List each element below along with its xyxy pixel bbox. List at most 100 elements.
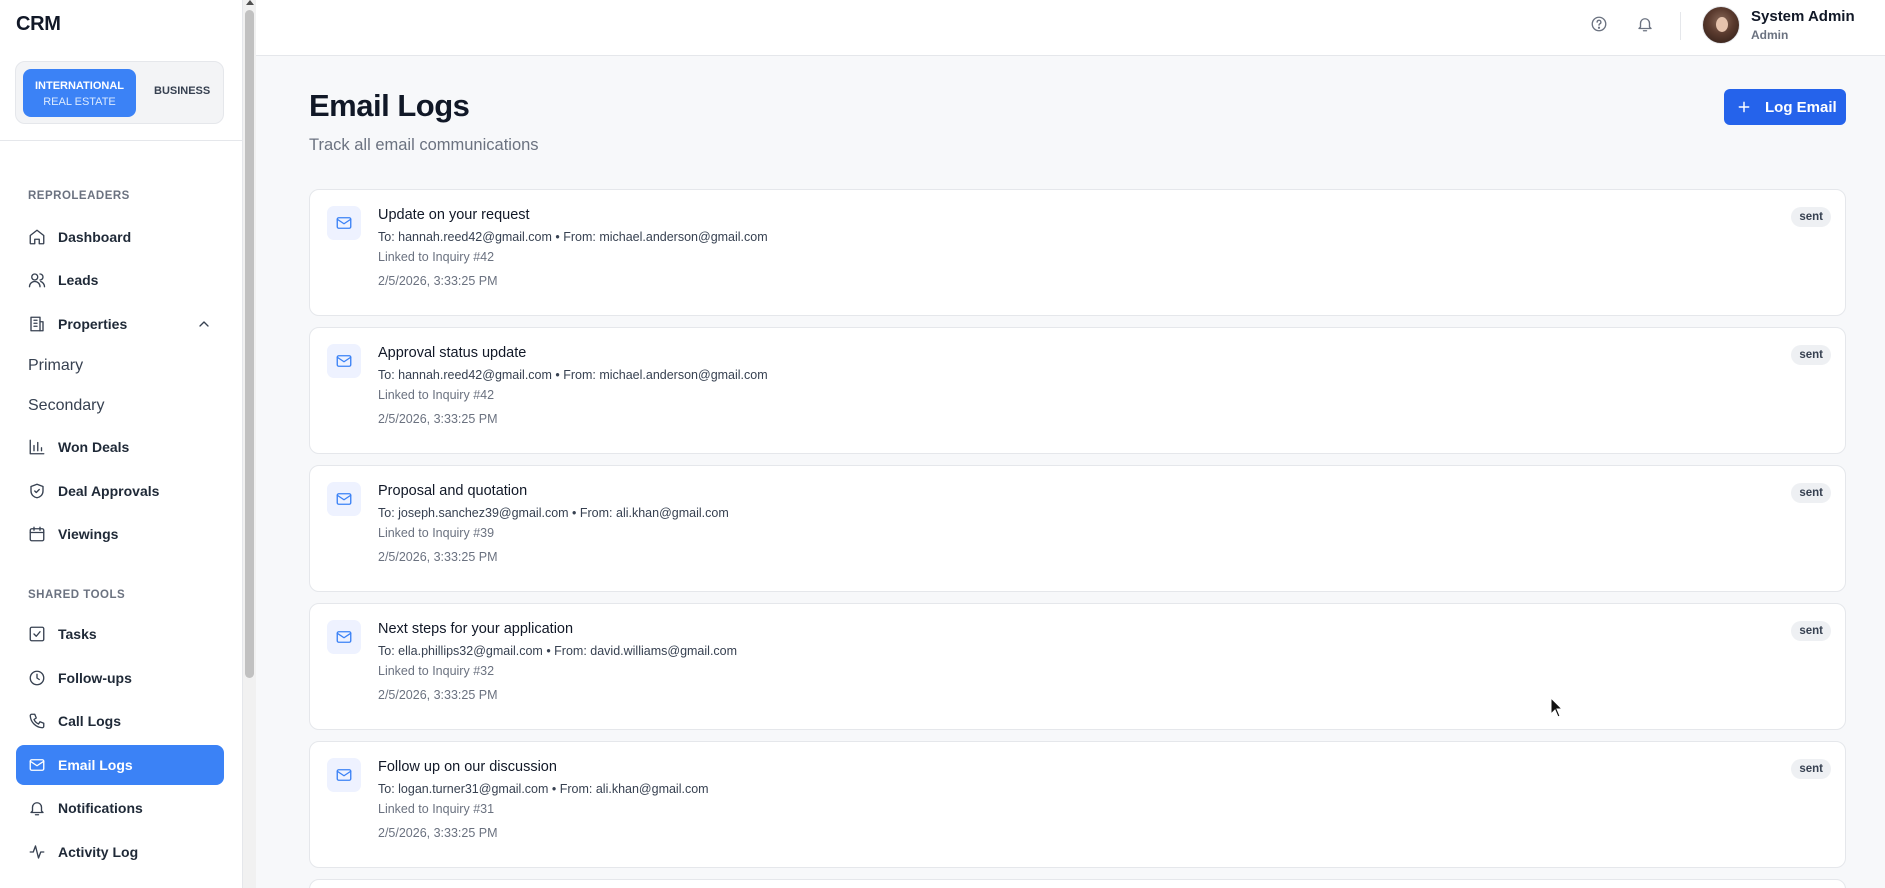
calendar-icon [28,525,46,543]
email-linked-inquiry: Linked to Inquiry #39 [378,526,495,540]
sidebar-item-label: Viewings [58,526,119,542]
email-timestamp: 2/5/2026, 3:33:25 PM [378,550,498,564]
email-timestamp: 2/5/2026, 3:33:25 PM [378,412,498,426]
email-log-card[interactable] [309,879,1846,888]
email-subject: Approval status update [378,345,527,361]
sidebar-item-label: Dashboard [58,229,132,245]
bell-icon[interactable] [1636,15,1654,33]
mail-icon [327,206,361,240]
workspace-international-real-estate[interactable]: INTERNATIONAL REAL ESTATE [23,69,136,117]
header-separator [1680,12,1681,40]
sidebar-item-label: Tasks [58,626,97,642]
sidebar-item-label: Email Logs [58,757,133,773]
email-log-card[interactable]: Next steps for your application To: ella… [309,603,1846,730]
page-subtitle: Track all email communications [309,136,539,154]
email-recipients: To: hannah.reed42@gmail.com • From: mich… [378,230,768,244]
clock-icon [28,669,46,687]
sidebar-item-label: Leads [58,272,99,288]
top-bar [256,0,1885,56]
sidebar-item-label: Follow-ups [58,670,132,686]
sidebar-item-label: Activity Log [58,844,139,860]
sidebar-item-leads[interactable]: Leads [16,260,224,300]
email-recipients: To: logan.turner31@gmail.com • From: ali… [378,782,709,796]
sidebar-subitem-secondary[interactable]: Secondary [28,397,105,415]
bar-chart-icon [28,438,46,456]
status-badge: sent [1791,483,1831,503]
email-log-card[interactable]: Proposal and quotation To: joseph.sanche… [309,465,1846,592]
sidebar-item-label: Call Logs [58,713,122,729]
checkbox-icon [28,625,46,643]
avatar[interactable] [1702,6,1740,44]
sidebar-item-deal-approvals[interactable]: Deal Approvals [16,471,224,511]
sidebar-item-tasks[interactable]: Tasks [16,614,224,654]
email-recipients: To: ella.phillips32@gmail.com • From: da… [378,644,738,658]
email-linked-inquiry: Linked to Inquiry #42 [378,388,495,402]
building-icon [28,315,46,333]
workspace-sublabel: REAL ESTATE [43,96,116,108]
log-email-button[interactable]: Log Email [1724,89,1846,125]
status-badge: sent [1791,759,1831,779]
email-log-card[interactable]: Approval status update To: hannah.reed42… [309,327,1846,454]
sidebar-item-won-deals[interactable]: Won Deals [16,427,224,467]
email-linked-inquiry: Linked to Inquiry #42 [378,250,495,264]
sidebar-subitem-primary[interactable]: Primary [28,357,83,375]
status-badge: sent [1791,207,1831,227]
sidebar-item-label: Notifications [58,800,143,816]
help-icon[interactable] [1590,15,1608,33]
sidebar-item-call-logs[interactable]: Call Logs [16,701,224,741]
email-timestamp: 2/5/2026, 3:33:25 PM [378,688,498,702]
home-icon [28,228,46,246]
workspace-business[interactable]: BUSINESS [154,85,210,97]
phone-icon [28,712,46,730]
email-subject: Next steps for your application [378,621,574,637]
sidebar-item-label: Deal Approvals [58,483,160,499]
log-email-label: Log Email [1765,98,1837,116]
email-subject: Update on your request [378,207,530,223]
email-subject: Follow up on our discussion [378,759,557,775]
sidebar-item-activity-log[interactable]: Activity Log [16,832,224,872]
bell-icon [28,799,46,817]
plus-icon [1738,101,1750,113]
activity-icon [28,843,46,861]
sidebar-item-label: Properties [58,316,128,332]
sidebar-item-notifications[interactable]: Notifications [16,788,224,828]
user-name[interactable]: System Admin [1751,8,1855,25]
email-timestamp: 2/5/2026, 3:33:25 PM [378,826,498,840]
email-recipients: To: joseph.sanchez39@gmail.com • From: a… [378,506,729,520]
scrollbar-thumb[interactable] [245,10,254,678]
user-role: Admin [1751,28,1789,42]
avatar-face [1716,17,1728,32]
email-timestamp: 2/5/2026, 3:33:25 PM [378,274,498,288]
email-subject: Proposal and quotation [378,483,528,499]
workspace-switcher: INTERNATIONAL REAL ESTATE BUSINESS [15,61,224,124]
email-recipients: To: hannah.reed42@gmail.com • From: mich… [378,368,768,382]
sidebar-item-properties[interactable]: Properties [16,304,224,344]
mouse-cursor-icon [1550,697,1564,718]
mail-icon [327,620,361,654]
brand-logo: CRM [16,13,61,35]
sidebar-item-email-logs[interactable]: Email Logs [16,745,224,785]
sidebar-item-dashboard[interactable]: Dashboard [16,217,224,257]
email-log-card[interactable]: Update on your request To: hannah.reed42… [309,189,1846,316]
sidebar-scrollbar[interactable] [243,0,256,888]
status-badge: sent [1791,621,1831,641]
email-linked-inquiry: Linked to Inquiry #32 [378,664,495,678]
sidebar-item-follow-ups[interactable]: Follow-ups [16,658,224,698]
workspace-label: INTERNATIONAL [34,80,124,92]
status-badge: sent [1791,345,1831,365]
shield-check-icon [28,482,46,500]
users-icon [28,271,46,289]
section-label-reproleaders: REPROLEADERS [28,190,130,202]
section-label-shared-tools: SHARED TOOLS [28,589,126,601]
sidebar-item-viewings[interactable]: Viewings [16,514,224,554]
mail-icon [327,344,361,378]
mail-icon [327,482,361,516]
sidebar-item-label: Won Deals [58,439,130,455]
scroll-up-arrow-icon[interactable] [246,0,254,5]
email-log-card[interactable]: Follow up on our discussion To: logan.tu… [309,741,1846,868]
mail-icon [327,758,361,792]
sidebar-divider [0,140,242,141]
chevron-up-icon[interactable] [196,316,212,332]
email-linked-inquiry: Linked to Inquiry #31 [378,802,495,816]
page-title: Email Logs [309,88,470,123]
